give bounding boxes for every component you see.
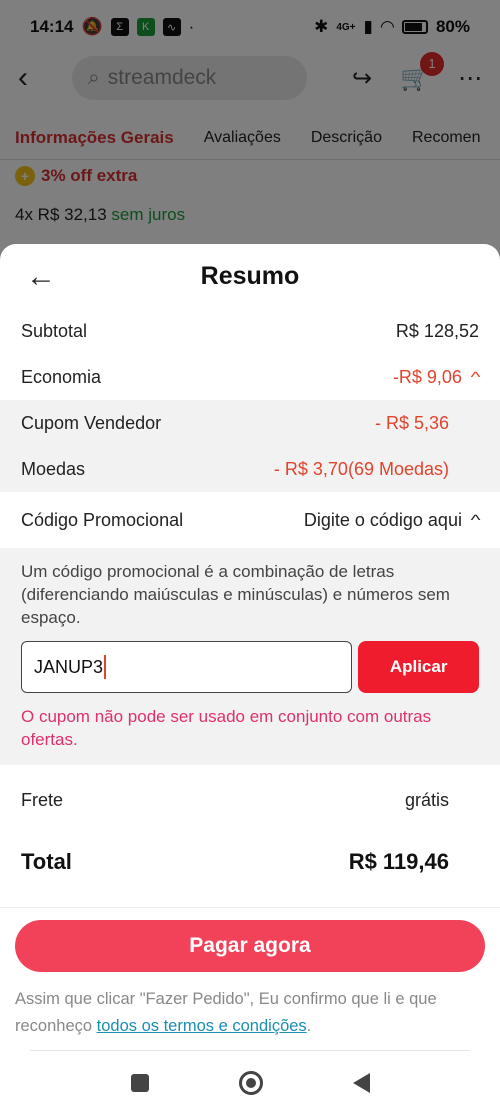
seller-coupon-label: Cupom Vendedor [21,412,162,433]
chevron-up-icon[interactable]: ^ [471,512,481,529]
home-icon[interactable] [238,1070,263,1095]
coins-label: Moedas [21,458,86,479]
savings-details: Cupom Vendedor - R$ 5,36 Moedas - R$ 3,7… [0,400,500,492]
promo-code-input[interactable]: JANUP3 [21,641,353,693]
coins-row: Moedas - R$ 3,70(69 Moedas) [0,446,500,492]
subtotal-row: Subtotal R$ 128,52 [0,308,500,354]
back-arrow-icon[interactable]: ← [26,260,56,294]
promo-input-row: JANUP3 Aplicar [21,641,479,693]
sheet-title: Resumo [200,261,300,290]
seller-coupon-value: - R$ 5,36 [374,412,449,433]
summary-sheet: ← Resumo Subtotal R$ 128,52 Economia -R$… [0,244,500,1111]
savings-row[interactable]: Economia -R$ 9,06 ^ [0,354,500,400]
promo-code-row[interactable]: Código Promocional Digite o código aqui … [0,492,500,548]
chevron-up-icon[interactable]: ^ [471,369,481,386]
promo-code-panel: Um código promocional é a combinação de … [0,548,500,765]
terms-link[interactable]: todos os termos e condições [97,1017,307,1035]
nav-divider [30,1050,470,1051]
subtotal-label: Subtotal [21,320,88,341]
back-triangle-icon[interactable] [352,1072,370,1093]
sheet-header: ← Resumo [0,244,500,308]
total-value: R$ 119,46 [348,849,449,874]
subtotal-value: R$ 128,52 [395,320,479,341]
total-row: Total R$ 119,46 [0,835,500,889]
coins-value: - R$ 3,70(69 Moedas) [273,458,449,479]
text-caret [104,655,107,679]
shipping-value: grátis [404,789,449,810]
shipping-row: Frete grátis [0,765,500,835]
promo-code-value: JANUP3 [34,656,104,677]
recent-apps-icon[interactable] [130,1073,149,1092]
savings-label: Economia [21,366,102,387]
promo-code-action[interactable]: Digite o código aqui [304,510,462,531]
divider [0,907,500,908]
terms-text: Assim que clicar "Fazer Pedido", Eu conf… [15,986,475,1040]
seller-coupon-row: Cupom Vendedor - R$ 5,36 [0,400,500,446]
system-nav-bar [0,1054,500,1111]
terms-suffix: . [306,1017,312,1035]
pay-now-button[interactable]: Pagar agora [15,920,485,972]
promo-description: Um código promocional é a combinação de … [21,562,450,627]
total-label: Total [21,849,72,874]
shipping-label: Frete [21,789,64,810]
promo-error-message: O cupom não pode ser usado em conjunto c… [21,707,432,749]
savings-value: -R$ 9,06 [392,366,462,387]
apply-button[interactable]: Aplicar [358,641,479,693]
promo-code-label: Código Promocional [21,509,184,530]
